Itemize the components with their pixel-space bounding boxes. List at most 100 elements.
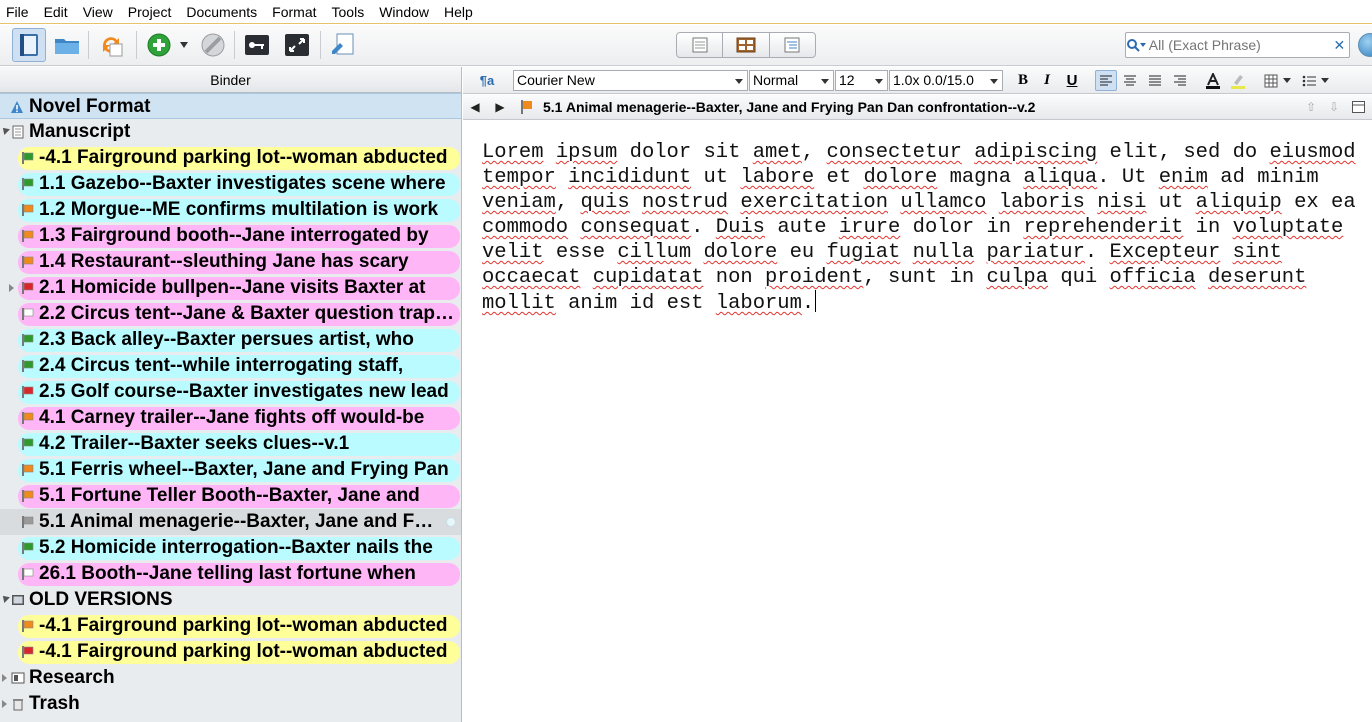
sync-icon[interactable]: [94, 28, 128, 62]
menu-format[interactable]: Format: [266, 0, 325, 24]
list-dropdown-icon[interactable]: [1318, 70, 1332, 91]
add-dropdown-icon[interactable]: [174, 28, 194, 62]
misspelled-word[interactable]: pariatur: [986, 241, 1084, 264]
misspelled-word[interactable]: nostrud: [642, 191, 728, 214]
menu-edit[interactable]: Edit: [38, 0, 77, 24]
binder-document-row[interactable]: 2.1 Homicide bullpen--Jane visits Baxter…: [0, 275, 461, 301]
align-right-icon[interactable]: [1169, 70, 1191, 91]
add-icon[interactable]: [142, 28, 176, 62]
binder-document-row[interactable]: 5.2 Homicide interrogation--Baxter nails…: [0, 535, 461, 561]
menu-project[interactable]: Project: [122, 0, 181, 24]
font-select[interactable]: Courier New: [513, 70, 748, 91]
editor[interactable]: Lorem ipsum dolor sit amet, consectetur …: [463, 121, 1372, 722]
misspelled-word[interactable]: Duis: [716, 216, 765, 239]
clear-search-icon[interactable]: ✕: [1330, 37, 1349, 54]
list-icon[interactable]: [1298, 70, 1320, 91]
misspelled-word[interactable]: dolore: [863, 166, 937, 189]
menu-documents[interactable]: Documents: [180, 0, 266, 24]
document-body[interactable]: Lorem ipsum dolor sit amet, consectetur …: [482, 140, 1367, 316]
inspector-icon[interactable]: [1358, 33, 1372, 57]
underline-icon[interactable]: U: [1061, 70, 1083, 91]
down-arrow-icon[interactable]: ⇩: [1326, 99, 1342, 115]
misspelled-word[interactable]: deserunt: [1208, 266, 1306, 289]
style-select[interactable]: Normal: [749, 70, 834, 91]
line-spacing-select[interactable]: 1.0x 0.0/15.0: [889, 70, 1003, 91]
italic-icon[interactable]: I: [1036, 70, 1058, 91]
misspelled-word[interactable]: nulla: [913, 241, 975, 264]
misspelled-word[interactable]: voluptate: [1233, 216, 1344, 239]
binder-document-row[interactable]: 2.4 Circus tent--while interrogating sta…: [0, 353, 461, 379]
misspelled-word[interactable]: quis: [580, 191, 629, 214]
menu-window[interactable]: Window: [373, 0, 438, 24]
binder-document-row[interactable]: 2.5 Golf course--Baxter investigates new…: [0, 379, 461, 405]
collections-icon[interactable]: [50, 28, 84, 62]
misspelled-word[interactable]: aliqua: [1023, 166, 1097, 189]
binder-icon[interactable]: [12, 28, 46, 62]
expanded-triangle-icon[interactable]: [0, 125, 10, 135]
keywords-icon[interactable]: [240, 28, 274, 62]
menu-tools[interactable]: Tools: [326, 0, 374, 24]
misspelled-word[interactable]: labore: [740, 166, 814, 189]
align-center-icon[interactable]: [1119, 70, 1141, 91]
search-icon[interactable]: [1126, 33, 1149, 57]
table-icon[interactable]: [1260, 70, 1282, 91]
misspelled-word[interactable]: Lorem: [482, 141, 544, 164]
paragraph-style-icon[interactable]: ¶a: [465, 70, 509, 91]
binder-document-row[interactable]: 5.1 Fortune Teller Booth--Baxter, Jane a…: [0, 483, 461, 509]
collapsed-triangle-icon[interactable]: [9, 284, 14, 292]
misspelled-word[interactable]: nisi: [1097, 191, 1146, 214]
bold-icon[interactable]: B: [1012, 70, 1034, 91]
misspelled-word[interactable]: laboris: [999, 191, 1085, 214]
misspelled-word[interactable]: cillum: [617, 241, 691, 264]
misspelled-word[interactable]: reprehenderit: [1023, 216, 1183, 239]
misspelled-word[interactable]: adipiscing: [974, 141, 1097, 164]
document-view-icon[interactable]: [677, 33, 724, 57]
binder-document-row[interactable]: 4.1 Carney trailer--Jane fights off woul…: [0, 405, 461, 431]
misspelled-word[interactable]: consequat: [580, 216, 691, 239]
misspelled-word[interactable]: sint: [1233, 241, 1282, 264]
collapsed-triangle-icon[interactable]: [2, 700, 7, 708]
binder-document-row[interactable]: 2.2 Circus tent--Jane & Baxter question …: [0, 301, 461, 327]
back-arrow-icon[interactable]: ◀: [467, 99, 483, 115]
font-size-select[interactable]: 12: [835, 70, 888, 91]
misspelled-word[interactable]: mollit: [482, 292, 556, 315]
binder-document-row[interactable]: -4.1 Fairground parking lot--woman abduc…: [0, 613, 461, 639]
binder-folder-row[interactable]: OLD VERSIONS: [0, 587, 461, 613]
misspelled-word[interactable]: irure: [839, 216, 901, 239]
misspelled-word[interactable]: consectetur: [827, 141, 962, 164]
document-flag-icon[interactable]: [517, 99, 537, 115]
misspelled-word[interactable]: commodo: [482, 216, 568, 239]
misspelled-word[interactable]: eiusmod: [1270, 141, 1356, 164]
align-left-icon[interactable]: [1095, 70, 1117, 91]
misspelled-word[interactable]: incididunt: [568, 166, 691, 189]
misspelled-word[interactable]: veniam: [482, 191, 556, 214]
table-dropdown-icon[interactable]: [1280, 70, 1294, 91]
misspelled-word[interactable]: aliquip: [1196, 191, 1282, 214]
misspelled-word[interactable]: laborum: [716, 292, 802, 315]
up-arrow-icon[interactable]: ⇧: [1303, 99, 1319, 115]
misspelled-word[interactable]: velit: [482, 241, 544, 264]
misspelled-word[interactable]: fugiat: [827, 241, 901, 264]
search-input[interactable]: [1148, 34, 1330, 56]
align-justify-icon[interactable]: [1144, 70, 1166, 91]
menu-help[interactable]: Help: [438, 0, 482, 24]
binder-document-row[interactable]: -4.1 Fairground parking lot--woman abduc…: [0, 145, 461, 171]
collapsed-triangle-icon[interactable]: [2, 674, 7, 682]
binder-document-row[interactable]: 5.1 Ferris wheel--Baxter, Jane and Fryin…: [0, 457, 461, 483]
misspelled-word[interactable]: proident: [765, 266, 863, 289]
binder-document-row[interactable]: 26.1 Booth--Jane telling last fortune wh…: [0, 561, 461, 587]
outliner-view-icon[interactable]: [770, 33, 815, 57]
binder-folder-row[interactable]: Trash: [0, 691, 461, 717]
misspelled-word[interactable]: culpa: [986, 266, 1048, 289]
quick-reference-icon[interactable]: [326, 28, 360, 62]
binder-document-row[interactable]: 2.3 Back alley--Baxter persues artist, w…: [0, 327, 461, 353]
corkboard-view-icon[interactable]: [723, 33, 770, 57]
binder-document-row[interactable]: 1.3 Fairground booth--Jane interrogated …: [0, 223, 461, 249]
misspelled-word[interactable]: exercitation: [740, 191, 888, 214]
misspelled-word[interactable]: ullamco: [900, 191, 986, 214]
text-color-icon[interactable]: [1202, 70, 1224, 91]
menu-file[interactable]: File: [0, 0, 38, 24]
binder-document-row[interactable]: 1.4 Restaurant--sleuthing Jane has scary: [0, 249, 461, 275]
binder-document-row[interactable]: -4.1 Fairground parking lot--woman abduc…: [0, 639, 461, 665]
delete-icon[interactable]: [196, 28, 230, 62]
